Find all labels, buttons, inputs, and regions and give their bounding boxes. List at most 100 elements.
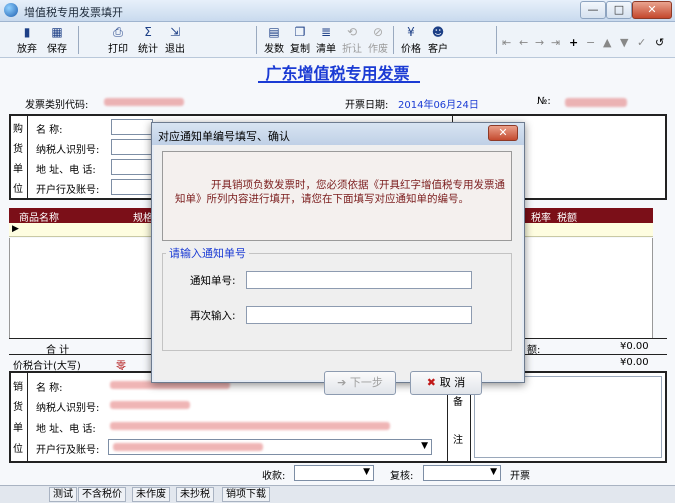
statistics-button[interactable]: Σ 统计 [135, 25, 161, 56]
tax-amount-value: ¥0.00 [620, 341, 649, 352]
redacted-seller-bank [113, 443, 263, 451]
buyer-side-label: 购 [13, 124, 23, 135]
buyer-side-label: 单 [13, 164, 23, 175]
minimize-button[interactable]: — [580, 1, 606, 19]
copy-button[interactable]: ❐ 复制 [288, 25, 312, 56]
maximize-button[interactable]: □ [606, 1, 632, 19]
row-pointer-icon: ▶ [12, 224, 19, 234]
notes-label: 注 [453, 435, 463, 446]
cancel-button[interactable]: ✖ 取 消 [410, 371, 482, 395]
abandon-button[interactable]: ▮ 放弃 [14, 25, 40, 56]
save-button[interactable]: ▦ 保存 [44, 25, 70, 56]
seller-taxid-label: 纳税人识别号: [36, 403, 100, 414]
sum-icon: Σ [144, 25, 152, 39]
dialog-title: 对应通知单编号填写、确认 [158, 130, 290, 143]
notice-text: 开具销项负数发票时，您必须依据《开具红字增值税专用发票通知单》所列内容进行填开，… [175, 179, 505, 205]
print-button[interactable]: ⎙ 打印 [105, 25, 131, 56]
seller-bank-dropdown[interactable]: ▼ [108, 439, 432, 455]
abandon-label: 放弃 [17, 44, 37, 55]
status-mode: 测试 [49, 487, 77, 502]
title-bar: 增值税专用发票填开 — □ ✕ [0, 0, 675, 22]
date-value: 2014年06月24日 [398, 100, 479, 111]
exit-label: 退出 [165, 44, 185, 55]
cancel-label: 取 消 [439, 376, 466, 389]
price-tax-total-label: 价税合计(大写) [13, 361, 81, 372]
prev-record-icon[interactable]: ← [519, 36, 528, 49]
toolbar-separator [256, 26, 257, 54]
buyer-side-label: 货 [13, 144, 23, 155]
cancel-x-icon: ✖ [426, 376, 440, 389]
statistics-label: 统计 [138, 44, 158, 55]
move-up-icon[interactable]: ▲ [603, 36, 611, 49]
next-step-button[interactable]: ➔ 下一步 [324, 371, 396, 395]
price-tax-total-value: 零 [116, 361, 126, 372]
seller-divider [27, 372, 28, 462]
notes-label: 备 [453, 397, 463, 408]
list-icon: ≣ [320, 25, 332, 39]
next-step-label: 下一步 [349, 376, 383, 389]
move-down-icon[interactable]: ▼ [620, 36, 628, 49]
void-button[interactable]: ⊘ 作废 [366, 25, 390, 56]
next-record-icon[interactable]: → [535, 36, 544, 49]
refresh-icon[interactable]: ↺ [655, 36, 664, 49]
notice-number-group [162, 253, 512, 351]
confirm-number-input[interactable] [246, 306, 472, 324]
toolbar-separator [496, 26, 497, 54]
seller-side-label: 货 [13, 402, 23, 413]
status-bar: 测试 不含税价 未作废 未抄税 销项下载 [0, 485, 675, 503]
payee-label: 收款: [262, 471, 286, 482]
notice-number-input[interactable] [246, 271, 472, 289]
dialog-body: 开具销项负数发票时，您必须依据《开具红字增值税专用发票通知单》所列内容进行填开，… [154, 145, 522, 395]
discount-icon: ⟲ [346, 25, 358, 39]
first-record-icon[interactable]: ⇤ [502, 36, 511, 49]
buyer-name-input[interactable] [111, 119, 153, 135]
seller-name-label: 名 称: [36, 383, 63, 394]
price-icon: ¥ [407, 25, 415, 39]
count-button[interactable]: ▤ 发数 [262, 25, 286, 56]
price-label: 价格 [401, 44, 421, 55]
close-button[interactable]: ✕ [632, 1, 672, 19]
last-record-icon[interactable]: ⇥ [551, 36, 560, 49]
status-download: 销项下载 [222, 487, 270, 502]
redacted-seller-taxid [110, 401, 190, 409]
redacted-category-code [104, 98, 184, 106]
copy-icon: ❐ [294, 25, 306, 39]
delete-record-icon[interactable]: − [586, 36, 595, 49]
list-button[interactable]: ≣ 清单 [314, 25, 338, 56]
header-goods-name: 商品名称 [19, 213, 59, 224]
price-button[interactable]: ¥ 价格 [399, 25, 423, 56]
list-label: 清单 [316, 44, 336, 55]
discount-button[interactable]: ⟲ 折让 [340, 25, 364, 56]
dialog-title-bar: 对应通知单编号填写、确认 ✕ [152, 123, 524, 145]
notes-textarea[interactable] [474, 376, 662, 458]
exit-button[interactable]: ⇲ 退出 [162, 25, 188, 56]
invoice-number-label: №: [537, 96, 551, 107]
buyer-bank-label: 开户行及账号: [36, 185, 100, 196]
print-label: 打印 [108, 44, 128, 55]
redacted-invoice-number [565, 98, 627, 107]
add-record-icon[interactable]: + [569, 36, 578, 49]
issuer-label: 开票 [510, 471, 530, 482]
buyer-bank-input[interactable] [111, 179, 153, 195]
buyer-taxid-input[interactable] [111, 139, 153, 155]
save-label: 保存 [47, 44, 67, 55]
date-label: 开票日期: [345, 100, 389, 111]
header-tax-rate: 税率 [531, 213, 551, 224]
confirm-icon[interactable]: ✓ [637, 36, 646, 49]
client-icon: ☻ [431, 25, 445, 39]
buyer-address-input[interactable] [111, 159, 153, 175]
payee-dropdown[interactable]: ▼ [294, 465, 374, 481]
status-tax-copy: 未抄税 [176, 487, 214, 502]
dialog-close-button[interactable]: ✕ [488, 125, 518, 141]
seller-side-label: 单 [13, 423, 23, 434]
save-icon: ▦ [51, 25, 63, 39]
header-tax-amount: 税额 [557, 213, 577, 224]
buyer-side-label: 位 [13, 184, 23, 195]
reviewer-dropdown[interactable]: ▼ [423, 465, 501, 481]
status-void: 未作废 [132, 487, 170, 502]
seller-side-label: 销 [13, 382, 23, 393]
group-title: 请输入通知单号 [166, 245, 249, 261]
reviewer-label: 复核: [390, 471, 414, 482]
confirm-number-label: 再次输入: [190, 310, 236, 322]
client-button[interactable]: ☻ 客户 [425, 25, 451, 56]
